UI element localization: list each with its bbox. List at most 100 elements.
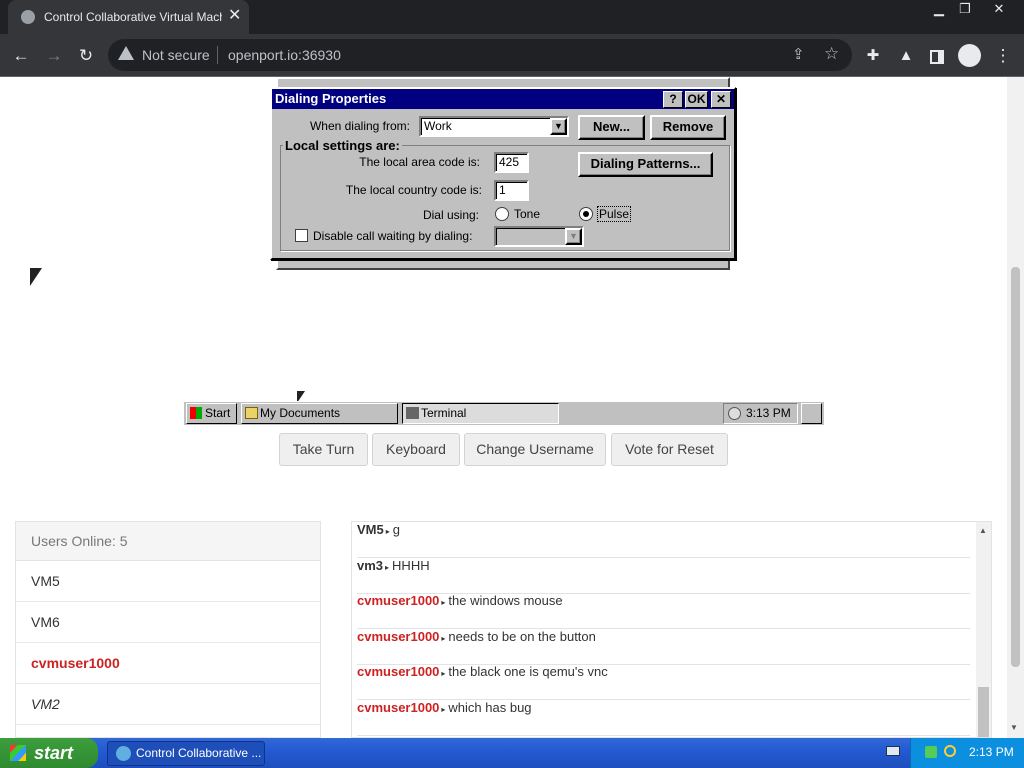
vm-desktop-icon[interactable] (801, 403, 822, 424)
tone-radio[interactable] (495, 207, 509, 221)
chat-panel: VM5 ▸ g vm3 ▸ HHHH cvmuser1000 ▸ the windows m… (351, 521, 992, 738)
reload-icon[interactable]: ↻ (75, 45, 97, 67)
chat-text: which has bug (448, 700, 532, 715)
chat-scrollbar[interactable]: ▲ (976, 522, 991, 737)
users-online-panel: Users Online: 5 VM5 VM6 cvmuser1000 VM2 (15, 521, 321, 738)
chat-username: cvmuser1000 (357, 664, 440, 679)
separator (217, 46, 218, 64)
local-settings-label: Local settings are: (283, 138, 402, 153)
os-start-label: start (34, 743, 74, 763)
vm-tray-clock[interactable]: 3:13 PM (723, 403, 798, 424)
chat-message: cvmuser1000 ▸ the black one is qemu's vnc (357, 664, 970, 700)
chat-scrollbar-thumb[interactable] (978, 687, 989, 737)
chat-message: cvmuser1000 ▸ which has bug (357, 700, 970, 736)
dialing-patterns-button[interactable]: Dialing Patterns... (578, 152, 713, 177)
chat-text: needs to be on the button (448, 629, 596, 644)
chat-message: vm3 ▸ HHHH (357, 558, 970, 594)
windows-logo-icon (190, 407, 202, 419)
pulse-radio[interactable] (579, 207, 593, 221)
os-clock[interactable]: 2:13 PM (969, 745, 1014, 759)
bookmark-star-icon[interactable]: ☆ (824, 44, 839, 64)
share-icon[interactable]: ⇪ (792, 45, 805, 63)
country-code-input[interactable]: 1 (494, 180, 529, 201)
caret-right-icon: ▸ (385, 527, 390, 536)
address-bar[interactable]: Not secure openport.io:36930 ⇪ ☆ (108, 39, 852, 71)
chat-username: vm3 (357, 558, 384, 573)
mouse-cursor-icon (30, 268, 42, 286)
chat-username: cvmuser1000 (357, 629, 440, 644)
keyboard-language-icon[interactable] (886, 746, 900, 756)
user-list-item[interactable]: cvmuser1000 (16, 643, 320, 684)
keyboard-button[interactable]: Keyboard (372, 433, 460, 466)
new-button[interactable]: New... (578, 115, 645, 140)
vm-start-label: Start (205, 406, 231, 420)
help-button[interactable]: ? (663, 91, 683, 108)
windows-flag-icon (10, 745, 26, 761)
vote-for-reset-button[interactable]: Vote for Reset (611, 433, 728, 466)
country-code-label: The local country code is: (345, 183, 482, 197)
network-icon[interactable] (925, 746, 937, 758)
user-list-item[interactable]: VM5 (16, 561, 320, 602)
call-waiting-code-select: ▼ (494, 226, 584, 247)
tab-close-icon[interactable]: ✕ (228, 7, 241, 25)
chat-message: cvmuser1000 ▸ needs to be on the button (357, 629, 970, 665)
change-username-button[interactable]: Change Username (464, 433, 606, 466)
tone-label[interactable]: Tone (514, 207, 540, 221)
search-icon[interactable] (944, 745, 956, 757)
disable-call-waiting-checkbox[interactable] (295, 229, 308, 242)
folder-icon (245, 407, 258, 419)
dialing-from-value: Work (424, 119, 452, 133)
side-panel-icon[interactable] (926, 45, 948, 67)
vm-task-my-documents[interactable]: My Documents (241, 403, 398, 424)
chat-text: g (392, 522, 400, 537)
browser-tab[interactable]: Control Collaborative Virtual Machine ✕ (8, 0, 249, 34)
vm-task-label: My Documents (260, 406, 341, 420)
profile-avatar-icon[interactable] (958, 44, 981, 67)
take-turn-button[interactable]: Take Turn (279, 433, 368, 466)
remove-button[interactable]: Remove (650, 115, 726, 140)
user-list-item[interactable]: VM2 (16, 684, 320, 725)
os-system-tray: 2:13 PM (910, 738, 1024, 768)
security-label[interactable]: Not secure (142, 47, 210, 63)
page-scrollbar-thumb[interactable] (1011, 267, 1020, 667)
dialing-from-label: When dialing from: (309, 119, 410, 133)
vm-clock-label: 3:13 PM (746, 406, 791, 420)
globe-icon (21, 10, 35, 24)
restore-icon[interactable]: ❐ (948, 0, 982, 18)
chat-message: cvmuser1000 ▸ the windows mouse (357, 593, 970, 629)
chat-text: the windows mouse (448, 593, 563, 608)
os-task-browser[interactable]: Control Collaborative ... (107, 741, 265, 766)
vm-task-terminal[interactable]: Terminal (402, 403, 559, 424)
window-close-icon[interactable]: ✕ (982, 0, 1016, 18)
user-list-item[interactable]: VM6 (16, 602, 320, 643)
os-start-button[interactable]: start (0, 738, 98, 768)
extensions-icon[interactable]: ✚ (862, 45, 884, 67)
ok-button[interactable]: OK (685, 91, 708, 108)
dropdown-arrow-icon: ▼ (565, 228, 582, 245)
dialog-close-button[interactable]: ✕ (711, 91, 731, 108)
tab-title: Control Collaborative Virtual Machine (44, 10, 222, 24)
scroll-up-icon[interactable]: ▲ (979, 526, 987, 535)
caret-right-icon: ▸ (441, 598, 446, 607)
chat-text: HHHH (392, 558, 430, 573)
disable-call-waiting-label: Disable call waiting by dialing: (313, 229, 473, 243)
forward-icon[interactable]: → (43, 45, 65, 67)
area-code-input[interactable]: 425 (494, 152, 529, 173)
back-icon[interactable]: ← (10, 45, 32, 67)
warning-icon (118, 46, 134, 60)
pulse-label[interactable]: Pulse (597, 206, 632, 222)
page-scrollbar[interactable] (1007, 77, 1024, 738)
caret-right-icon: ▸ (441, 634, 446, 643)
area-code-label: The local area code is: (359, 155, 480, 169)
chat-username: VM5 (357, 522, 384, 537)
dropdown-arrow-icon[interactable]: ▼ (550, 118, 567, 135)
url-text[interactable]: openport.io:36930 (228, 47, 341, 63)
caret-right-icon: ▸ (441, 669, 446, 678)
dialing-from-select[interactable]: Work ▼ (419, 116, 569, 137)
labs-flask-icon[interactable]: ▲ (895, 45, 917, 67)
menu-kebab-icon[interactable]: ⋮ (992, 45, 1014, 67)
vm-start-button[interactable]: Start (186, 403, 237, 424)
terminal-icon (406, 407, 419, 419)
chat-message: VM5 ▸ g (357, 522, 970, 558)
page-scroll-down-icon[interactable]: ▼ (1010, 723, 1018, 732)
